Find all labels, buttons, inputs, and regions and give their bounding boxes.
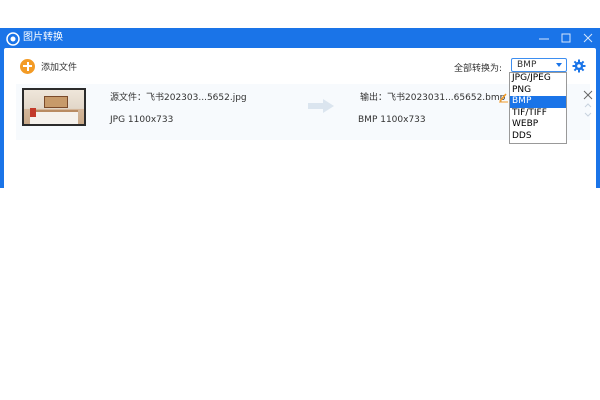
format-option-png[interactable]: PNG <box>510 85 566 97</box>
format-option-webp[interactable]: WEBP <box>510 119 566 131</box>
edit-pencil-icon[interactable] <box>498 88 509 103</box>
add-file-button[interactable]: 添加文件 <box>20 58 77 74</box>
format-option-jpg[interactable]: JPG/JPEG <box>510 73 566 85</box>
format-select-value: BMP <box>517 60 537 70</box>
minimize-icon[interactable] <box>536 30 552 46</box>
window-title: 图片转换 <box>23 32 63 43</box>
chevron-down-icon <box>556 63 562 67</box>
format-option-bmp[interactable]: BMP <box>510 96 566 108</box>
gear-icon[interactable] <box>572 58 586 73</box>
app-logo-icon <box>6 31 20 46</box>
convert-all-label: 全部转换为: <box>454 64 503 74</box>
source-file-meta: JPG 1100x733 <box>110 115 174 125</box>
reorder-arrows-icon[interactable] <box>583 100 593 120</box>
close-icon[interactable] <box>580 30 596 46</box>
format-option-tif[interactable]: TIF/TIFF <box>510 108 566 120</box>
file-thumbnail <box>22 88 86 126</box>
add-file-label: 添加文件 <box>41 62 78 73</box>
title-bar[interactable]: 图片转换 <box>0 28 600 48</box>
arrow-right-icon <box>306 98 336 114</box>
output-file-name: 输出：飞书2023031...65652.bmp <box>360 93 506 103</box>
file-row: 源文件：飞书202303...5652.jpg JPG 1100x733 输出：… <box>16 84 593 140</box>
main-content: 添加文件 全部转换为: BMP 源文件：飞书202303...5652.jpg … <box>4 48 596 188</box>
format-option-dds[interactable]: DDS <box>510 131 566 143</box>
plus-icon <box>20 58 35 74</box>
maximize-icon[interactable] <box>558 30 574 46</box>
remove-file-icon[interactable] <box>582 86 594 100</box>
source-file-name: 源文件：飞书202303...5652.jpg <box>110 93 247 103</box>
format-dropdown-list: JPG/JPEG PNG BMP TIF/TIFF WEBP DDS <box>509 72 567 144</box>
output-file-meta: BMP 1100x733 <box>358 115 426 125</box>
format-select[interactable]: BMP <box>511 58 567 72</box>
